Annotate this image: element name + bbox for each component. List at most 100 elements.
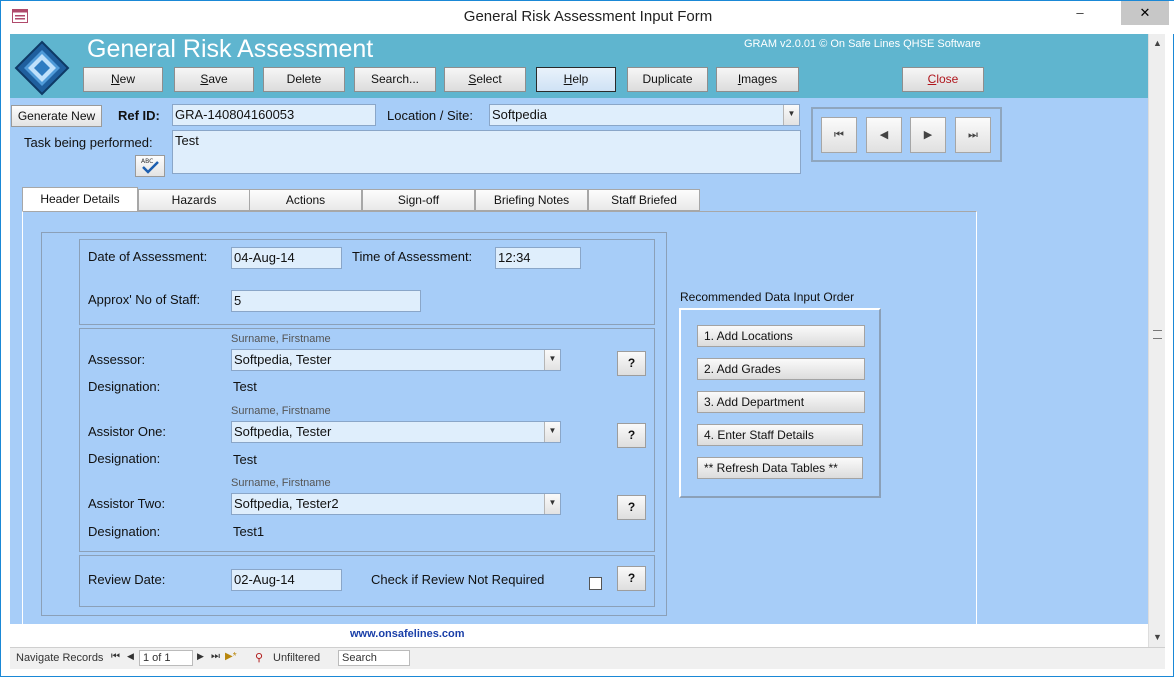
- add-department-button[interactable]: 3. Add Department: [697, 391, 865, 413]
- date-label: Date of Assessment:: [88, 249, 208, 264]
- chevron-down-icon[interactable]: ▼: [544, 422, 560, 442]
- assistor-one-combo[interactable]: Softpedia, Tester ▼: [231, 421, 561, 443]
- add-locations-button[interactable]: 1. Add Locations: [697, 325, 865, 347]
- vertical-scrollbar[interactable]: ▲ ▼: [1148, 34, 1165, 647]
- last-record-icon[interactable]: ⏭: [211, 651, 220, 662]
- date-field[interactable]: 04-Aug-14: [231, 247, 342, 269]
- generate-new-button[interactable]: Generate New: [11, 105, 102, 127]
- assistor-one-designation-label: Designation:: [88, 451, 161, 466]
- time-label: Time of Assessment:: [352, 249, 473, 264]
- window-title: General Risk Assessment Input Form: [463, 8, 713, 25]
- assessor-name-hint: Surname, Firstname: [231, 333, 331, 345]
- review-group: Review Date: 02-Aug-14 Check if Review N…: [79, 555, 655, 607]
- chevron-down-icon[interactable]: ▼: [783, 105, 799, 125]
- duplicate-button[interactable]: Duplicate: [627, 67, 708, 92]
- last-record-icon: ⏭: [968, 129, 978, 141]
- next-record-icon: ▶: [923, 129, 933, 141]
- assessor-help-button[interactable]: ?: [617, 351, 646, 376]
- search-input[interactable]: Search: [338, 650, 410, 666]
- record-navigation-bar: Navigate Records ⏮ ◀ 1 of 1 ▶ ⏭ ▶* ⚲ Unf…: [10, 647, 1165, 669]
- recommended-order-group: 1. Add Locations 2. Add Grades 3. Add De…: [679, 308, 881, 498]
- scroll-thumb-grip[interactable]: [1153, 330, 1162, 339]
- assistor-two-designation-label: Designation:: [88, 524, 161, 539]
- filter-status[interactable]: Unfiltered: [273, 652, 320, 664]
- select-button[interactable]: Select: [444, 67, 526, 92]
- record-position-field[interactable]: 1 of 1: [139, 650, 193, 666]
- record-navigation-group: ⏮ ◀ ▶ ⏭: [811, 107, 1002, 162]
- staff-count-label: Approx' No of Staff:: [88, 292, 201, 307]
- recommended-order-title: Recommended Data Input Order: [680, 290, 855, 304]
- last-record-button[interactable]: ⏭: [955, 117, 991, 153]
- close-form-button[interactable]: Close: [902, 67, 984, 92]
- assistor-one-help-button[interactable]: ?: [617, 423, 646, 448]
- filter-icon: ⚲: [255, 652, 264, 664]
- footer-band: www.onsafelines.com: [10, 624, 1148, 647]
- add-grades-button[interactable]: 2. Add Grades: [697, 358, 865, 380]
- review-help-button[interactable]: ?: [617, 566, 646, 591]
- time-field[interactable]: 12:34: [495, 247, 581, 269]
- minimize-button[interactable]: –: [1063, 1, 1097, 25]
- assistor-one-designation-value: Test: [233, 452, 257, 467]
- assessor-designation-value: Test: [233, 379, 257, 394]
- review-not-required-checkbox[interactable]: [589, 577, 602, 590]
- first-record-button[interactable]: ⏮: [821, 117, 857, 153]
- website-link[interactable]: www.onsafelines.com: [350, 628, 465, 640]
- delete-button[interactable]: Delete: [263, 67, 345, 92]
- tab-sign-off[interactable]: Sign-off: [362, 189, 475, 211]
- images-button[interactable]: Images: [716, 67, 799, 92]
- next-record-button[interactable]: ▶: [910, 117, 946, 153]
- new-button[interactable]: New: [83, 67, 163, 92]
- ref-id-label: Ref ID:: [118, 108, 160, 123]
- tab-briefing-notes[interactable]: Briefing Notes: [475, 189, 588, 211]
- assistor-two-label: Assistor Two:: [88, 496, 166, 511]
- previous-record-icon[interactable]: ◀: [127, 651, 134, 662]
- assistor-one-value: Softpedia, Tester: [234, 424, 332, 439]
- spell-check-button[interactable]: ABC: [135, 155, 165, 177]
- form-header: General Risk Assessment GRAM v2.0.01 © O…: [10, 34, 1148, 98]
- assessor-combo[interactable]: Softpedia, Tester ▼: [231, 349, 561, 371]
- assistor-two-designation-value: Test1: [233, 524, 265, 539]
- version-info: GRAM v2.0.01 © On Safe Lines QHSE Softwa…: [744, 38, 981, 50]
- navigate-records-label: Navigate Records: [16, 652, 104, 664]
- app-logo: [14, 40, 70, 96]
- scroll-down-icon[interactable]: ▼: [1153, 632, 1162, 642]
- chevron-down-icon[interactable]: ▼: [544, 494, 560, 514]
- tab-header-details[interactable]: Header Details: [22, 187, 138, 212]
- scroll-up-icon[interactable]: ▲: [1153, 38, 1162, 48]
- previous-record-icon: ◀: [879, 129, 889, 141]
- help-button[interactable]: Help: [536, 67, 616, 92]
- previous-record-button[interactable]: ◀: [866, 117, 902, 153]
- new-record-icon[interactable]: ▶*: [225, 651, 237, 662]
- assistor-one-name-hint: Surname, Firstname: [231, 405, 331, 417]
- risk-assessment-form: General Risk Assessment GRAM v2.0.01 © O…: [10, 34, 1148, 647]
- save-button[interactable]: Save: [174, 67, 254, 92]
- assistor-two-value: Softpedia, Tester2: [234, 496, 339, 511]
- application-window: General Risk Assessment Input Form – ✕ G…: [0, 0, 1174, 677]
- chevron-down-icon[interactable]: ▼: [544, 350, 560, 370]
- location-label: Location / Site:: [387, 108, 473, 123]
- enter-staff-details-button[interactable]: 4. Enter Staff Details: [697, 424, 863, 446]
- location-combo[interactable]: Softpedia ▼: [489, 104, 800, 126]
- tab-actions[interactable]: Actions: [249, 189, 362, 211]
- staff-count-field[interactable]: 5: [231, 290, 421, 312]
- svg-text:ABC: ABC: [141, 158, 153, 165]
- first-record-icon[interactable]: ⏮: [111, 651, 120, 662]
- tab-hazards[interactable]: Hazards: [138, 189, 250, 211]
- assistor-two-help-button[interactable]: ?: [617, 495, 646, 520]
- tab-staff-briefed[interactable]: Staff Briefed: [588, 189, 700, 211]
- task-label: Task being performed:: [24, 135, 153, 150]
- review-not-required-label: Check if Review Not Required: [371, 572, 545, 587]
- search-button[interactable]: Search...: [354, 67, 436, 92]
- review-date-field[interactable]: 02-Aug-14: [231, 569, 342, 591]
- review-date-label: Review Date:: [88, 572, 166, 587]
- window-close-button[interactable]: ✕: [1121, 1, 1169, 25]
- assistor-two-name-hint: Surname, Firstname: [231, 477, 331, 489]
- ref-id-field[interactable]: GRA-140804160053: [172, 104, 376, 126]
- refresh-data-tables-button[interactable]: ** Refresh Data Tables **: [697, 457, 863, 479]
- first-record-icon: ⏮: [834, 129, 844, 141]
- assistor-one-label: Assistor One:: [88, 424, 167, 439]
- next-record-icon[interactable]: ▶: [197, 651, 204, 662]
- assistor-two-combo[interactable]: Softpedia, Tester2 ▼: [231, 493, 561, 515]
- task-field[interactable]: Test: [172, 130, 801, 174]
- assessor-value: Softpedia, Tester: [234, 352, 332, 367]
